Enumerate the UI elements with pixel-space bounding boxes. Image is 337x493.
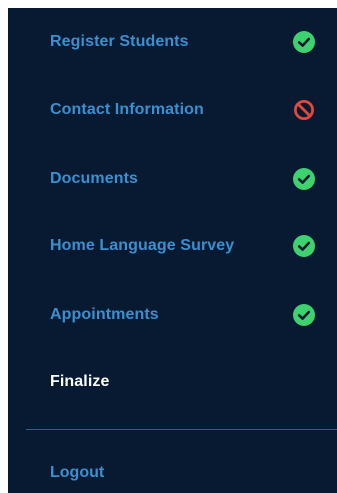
blocked-icon bbox=[293, 99, 315, 121]
check-circle-icon bbox=[293, 31, 315, 53]
nav-item-label: Documents bbox=[50, 170, 139, 187]
sidebar: Register Students Contact Information Do… bbox=[8, 8, 337, 493]
nav-item-home-language-survey[interactable]: Home Language Survey bbox=[8, 224, 337, 268]
logout-link[interactable]: Logout bbox=[50, 464, 104, 482]
nav-item-label: Register Students bbox=[50, 33, 189, 50]
nav-item-label: Contact Information bbox=[50, 101, 204, 118]
nav-item-finalize[interactable]: Finalize bbox=[8, 360, 337, 404]
nav-item-label: Home Language Survey bbox=[50, 237, 235, 254]
nav-item-register-students[interactable]: Register Students bbox=[8, 20, 337, 64]
nav-item-appointments[interactable]: Appointments bbox=[8, 293, 337, 337]
nav-item-documents[interactable]: Documents bbox=[8, 157, 337, 201]
nav-item-label: Finalize bbox=[50, 373, 110, 390]
divider bbox=[26, 429, 337, 430]
check-circle-icon bbox=[293, 304, 315, 326]
check-circle-icon bbox=[293, 168, 315, 190]
nav-item-contact-information[interactable]: Contact Information bbox=[8, 88, 337, 132]
nav-item-label: Appointments bbox=[50, 306, 159, 323]
check-circle-icon bbox=[293, 235, 315, 257]
